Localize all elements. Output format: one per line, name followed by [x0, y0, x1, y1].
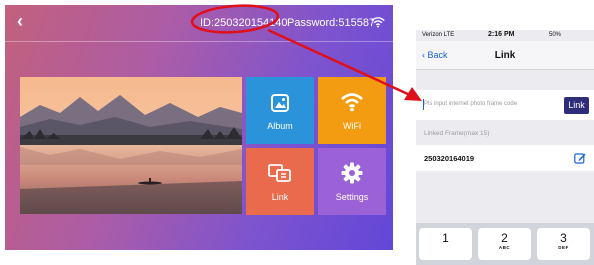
frame-code-input[interactable]: Pls input internet photo frame code	[424, 101, 517, 107]
list-item[interactable]: 250320164019	[416, 145, 594, 171]
key-1-digit: 1	[442, 231, 449, 245]
picture-icon	[271, 94, 289, 112]
photo-frame-screen: ‹ ID:250320154140 Password:515587 Album …	[5, 5, 393, 250]
album-tile[interactable]: Album	[246, 77, 314, 144]
settings-tile[interactable]: Settings	[318, 148, 386, 215]
device-id: ID:250320154140	[200, 17, 288, 29]
edit-icon[interactable]	[574, 152, 586, 164]
numeric-keyboard: 1 2 ABC 3 DEF	[416, 223, 594, 265]
wifi-tile[interactable]: WiFi	[318, 77, 386, 144]
link-tile[interactable]: Link	[246, 148, 314, 215]
key-3-digit: 3	[560, 231, 567, 245]
navigation-bar: ‹ Back Link	[416, 41, 594, 70]
key-2-digit: 2	[501, 231, 508, 245]
slideshow-photo[interactable]	[20, 77, 242, 214]
gear-icon	[341, 162, 363, 184]
settings-label: Settings	[335, 192, 369, 202]
link-label: Link	[271, 192, 289, 202]
key-2-letters: ABC	[498, 245, 511, 250]
page-title: Link	[494, 50, 516, 61]
link-button[interactable]: Link	[564, 97, 589, 114]
key-3-letters: DEF	[558, 245, 569, 250]
wifi-icon	[371, 17, 385, 28]
wifi-icon	[341, 93, 363, 112]
wifi-label: WiFi	[343, 121, 361, 131]
linked-frames-header: Linked Frame(max 15)	[424, 130, 490, 137]
link-screens-icon	[268, 164, 291, 182]
key-3[interactable]: 3 DEF	[537, 228, 590, 260]
frame-code-input-row: Pls input internet photo frame code Link	[416, 90, 594, 120]
device-password: Password:515587	[287, 17, 376, 29]
landscape-image	[20, 77, 242, 214]
top-bar: ‹ ID:250320154140 Password:515587	[5, 5, 393, 41]
status-bar: Verizon LTE 2:16 PM 50%	[416, 30, 594, 41]
key-2[interactable]: 2 ABC	[478, 228, 531, 260]
status-time: 2:16 PM	[488, 31, 515, 38]
linked-frame-code: 250320164019	[424, 154, 475, 163]
key-1[interactable]: 1	[419, 228, 472, 260]
album-label: Album	[267, 121, 293, 131]
top-divider	[5, 41, 393, 42]
battery-level: 50%	[549, 32, 562, 38]
carrier-label: Verizon LTE	[422, 32, 455, 38]
chevron-left-icon[interactable]: ‹	[17, 12, 23, 30]
phone-screen: Verizon LTE 2:16 PM 50% ‹ Back Link Pls …	[416, 30, 594, 265]
